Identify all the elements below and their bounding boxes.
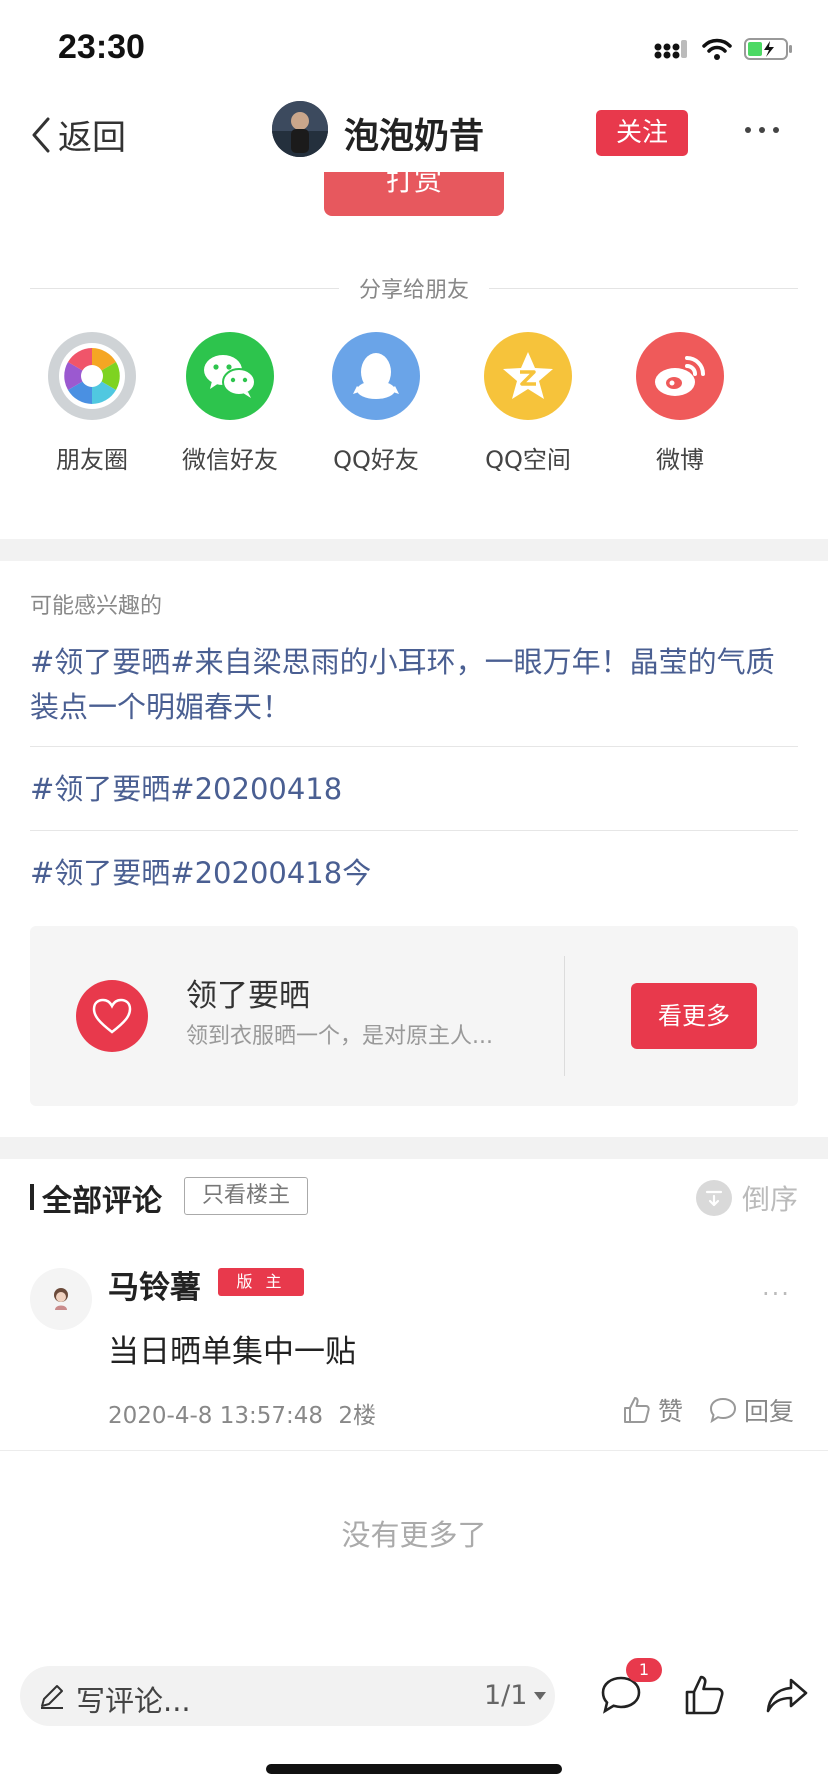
share-icon[interactable]: [764, 1672, 810, 1718]
interest-heading: 可能感兴趣的: [30, 594, 163, 619]
moments-icon: [59, 343, 125, 409]
wifi-icon: [702, 38, 732, 60]
status-time: 23:30: [58, 28, 145, 66]
comment-input[interactable]: 写评论... 1/1: [20, 1666, 555, 1726]
share-options: 朋友圈 微信好友 QQ好友 QQ空间 微博: [30, 332, 798, 482]
wechat-icon: [204, 355, 256, 398]
share-wechat[interactable]: 微信好友: [170, 332, 290, 475]
moderator-badge: 版 主: [218, 1268, 304, 1296]
share-moments[interactable]: 朋友圈: [32, 332, 152, 475]
section-divider: [0, 539, 828, 561]
sort-label: 倒序: [742, 1183, 799, 1216]
divider: [564, 956, 565, 1076]
like-post-icon[interactable]: [682, 1672, 728, 1718]
share-header: 分享给朋友: [30, 270, 799, 306]
sort-icon: [705, 1190, 723, 1207]
see-more-button[interactable]: 看更多: [631, 983, 757, 1049]
page-indicator: 1/1: [484, 1680, 528, 1711]
interest-link[interactable]: #领了要晒#20200418今: [30, 851, 798, 896]
heart-icon: [92, 998, 132, 1034]
only-op-button[interactable]: 只看楼主: [184, 1177, 308, 1215]
author-avatar[interactable]: [272, 101, 328, 157]
qq-icon: [353, 353, 399, 399]
pencil-icon: [41, 1685, 63, 1709]
divider: [489, 287, 799, 289]
share-qq[interactable]: QQ好友: [316, 332, 436, 475]
weibo-icon: [655, 356, 705, 396]
avatar-photo: [272, 101, 328, 157]
topic-card[interactable]: 领了要晒 领到衣服晒一个，是对原主人... 看更多: [30, 926, 798, 1106]
divider: [0, 1450, 828, 1451]
sort-toggle[interactable]: 倒序: [696, 1178, 798, 1218]
comment-username[interactable]: 马铃薯: [108, 1262, 201, 1307]
share-label: 朋友圈: [56, 446, 128, 474]
share-label: 微信好友: [182, 446, 278, 474]
share-label: QQ空间: [485, 446, 571, 474]
signal-icon: [654, 40, 687, 59]
comment-menu-button[interactable]: ···: [762, 1280, 791, 1308]
nav-bar: 返回 泡泡奶昔 关注: [0, 92, 828, 172]
share-weibo[interactable]: 微博: [620, 332, 740, 475]
interest-link[interactable]: #领了要晒#20200418: [30, 767, 798, 812]
topic-description: 领到衣服晒一个，是对原主人...: [186, 1024, 493, 1049]
reply-button[interactable]: 回复: [708, 1392, 794, 1428]
qzone-icon: [503, 352, 553, 399]
like-button[interactable]: 赞: [622, 1392, 683, 1428]
comment-floor: 2楼: [338, 1403, 376, 1429]
like-label: 赞: [658, 1397, 684, 1426]
back-button[interactable]: 返回: [28, 110, 126, 159]
comment-bubble-icon: [709, 1397, 737, 1424]
more-dots-icon: [745, 127, 779, 133]
back-label: 返回: [58, 118, 126, 158]
share-qzone[interactable]: QQ空间: [468, 332, 588, 475]
topic-logo: [76, 980, 148, 1052]
reply-label: 回复: [744, 1397, 795, 1426]
caret-down-icon: [534, 1691, 547, 1700]
share-label: QQ好友: [333, 446, 419, 474]
comments-title: 全部评论: [42, 1184, 162, 1219]
comment-time: 2020-4-8 13:57:48: [108, 1403, 324, 1429]
page-selector[interactable]: 1/1: [484, 1680, 547, 1711]
interest-link[interactable]: #领了要晒#来自梁思雨的小耳环，一眼万年！晶莹的气质装点一个明媚春天！: [30, 640, 798, 730]
comment-meta: 2020-4-8 13:57:48 2楼: [108, 1396, 376, 1430]
follow-button[interactable]: 关注: [596, 110, 688, 156]
no-more-text: 没有更多了: [341, 1518, 487, 1552]
divider: [30, 746, 798, 747]
comment-count-badge: 1: [626, 1658, 662, 1682]
reward-button[interactable]: 打赏: [324, 172, 504, 216]
more-options-button[interactable]: [742, 122, 782, 138]
comment-body: 当日晒单集中一贴: [108, 1334, 356, 1370]
avatar[interactable]: [30, 1268, 92, 1330]
comment-placeholder: 写评论...: [76, 1684, 191, 1718]
share-title: 分享给朋友: [359, 278, 470, 303]
page-title: 泡泡奶昔: [344, 117, 485, 157]
divider: [30, 830, 798, 831]
chevron-left-icon: [32, 117, 50, 152]
divider: [30, 287, 339, 289]
topic-title: 领了要晒: [186, 978, 310, 1014]
share-label: 微博: [656, 446, 704, 474]
section-marker: [30, 1184, 34, 1210]
battery-icon: [744, 38, 792, 60]
status-icons: [654, 34, 794, 64]
user-avatar-icon: [54, 1288, 68, 1310]
thumbs-up-icon: [624, 1397, 650, 1423]
home-indicator[interactable]: [266, 1764, 562, 1774]
section-divider: [0, 1137, 828, 1159]
